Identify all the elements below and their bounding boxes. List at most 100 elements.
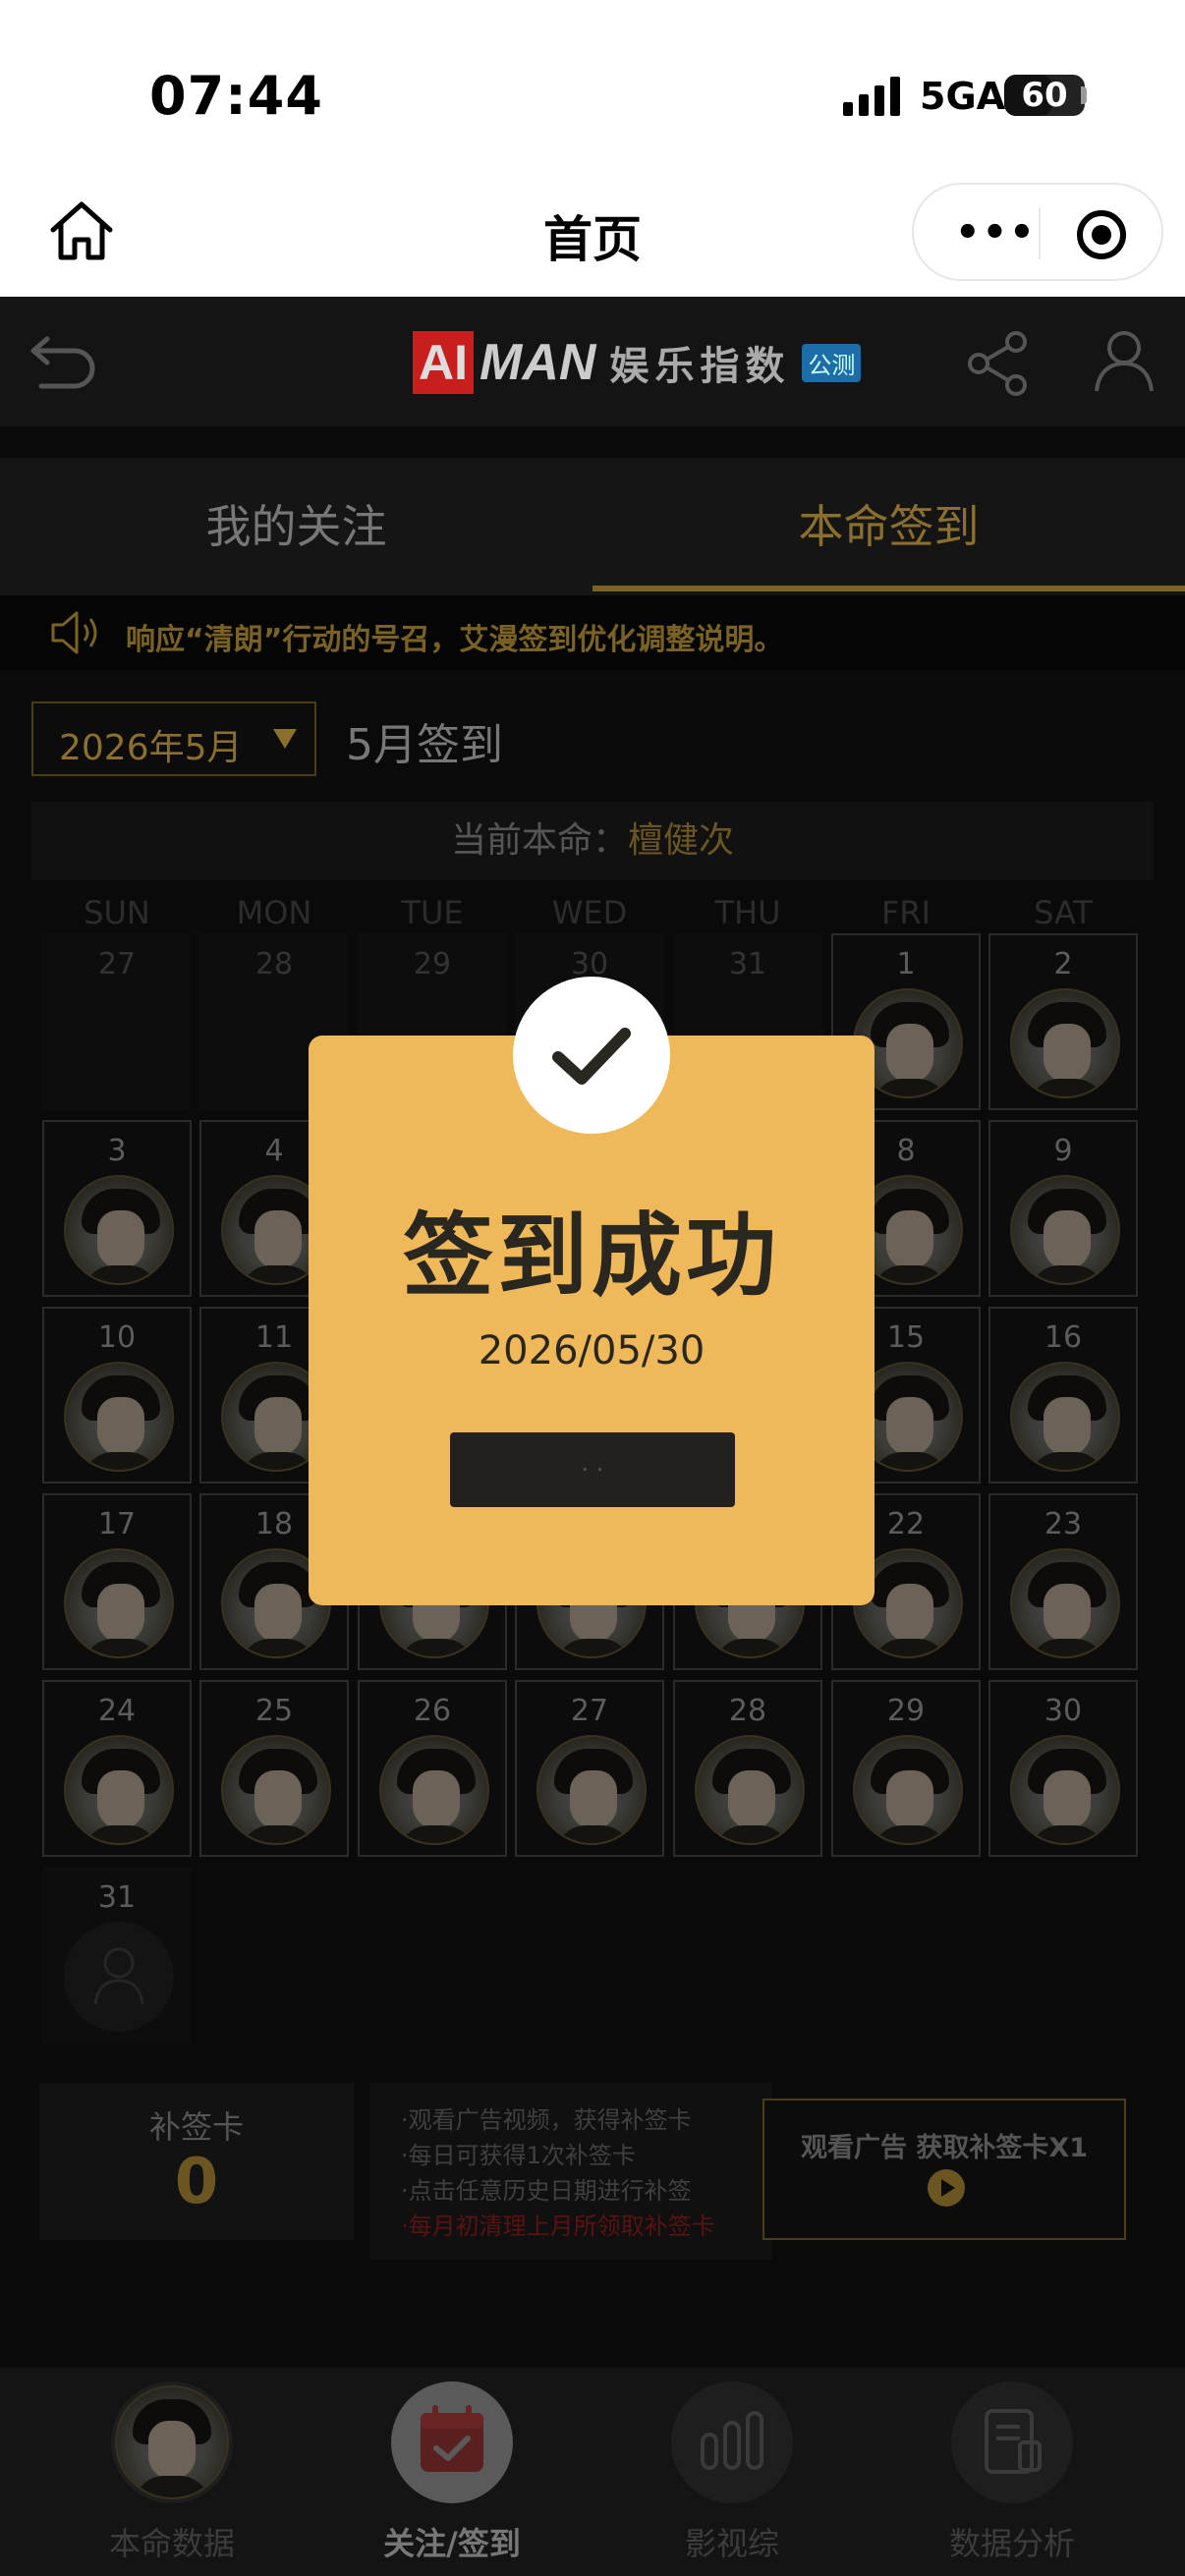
weekday-label: SUN (84, 894, 150, 931)
logo-cn: 娱乐指数 (609, 344, 791, 389)
calendar-day-number: 24 (97, 1694, 137, 1728)
bottom-tab-film-tv[interactable]: 影视综 (614, 2381, 850, 2568)
calendar-day[interactable]: 24 (42, 1680, 192, 1857)
weekday-label: FRI (880, 894, 931, 931)
signed-avatar (1010, 1362, 1120, 1472)
weekday-label: WED (551, 894, 628, 931)
calendar-day-number: 9 (1053, 1134, 1073, 1168)
bottom-tab-follow-signin[interactable]: 关注/签到 (334, 2381, 570, 2568)
beta-badge: 公测 (802, 343, 862, 382)
calendar-day-number: 29 (886, 1694, 926, 1728)
weekday-label: THU (714, 894, 781, 931)
tab-bar: 我的关注 本命签到 (0, 458, 1185, 595)
calendar-day[interactable]: 28 (673, 1680, 822, 1857)
current-idol-name: 檀健次 (628, 820, 735, 861)
calendar-day-number: 10 (97, 1320, 137, 1355)
battery-level: 60 (1021, 76, 1068, 115)
current-idol-label: 当前本命： (450, 820, 628, 861)
bottom-tab-data-analysis[interactable]: 数据分析 (894, 2381, 1130, 2568)
calendar-day-number: 25 (254, 1694, 294, 1728)
calendar-day-number: 28 (254, 947, 294, 981)
play-icon (928, 2169, 965, 2207)
logo-ai: AI (413, 331, 474, 394)
signed-avatar (536, 1735, 647, 1845)
calendar-day-number: 29 (413, 947, 452, 981)
share-icon[interactable] (967, 330, 1030, 397)
modal-button-dots: · · (581, 1456, 604, 1484)
calendar-day-number: 16 (1044, 1320, 1083, 1355)
calendar-day[interactable]: 26 (358, 1680, 507, 1857)
calendar-day[interactable]: 17 (42, 1493, 192, 1670)
logo-man: MAN (480, 334, 596, 391)
speaker-icon (51, 611, 97, 654)
bottom-tab-label: 关注/签到 (383, 2525, 521, 2562)
tab-my-follow[interactable]: 我的关注 (0, 458, 592, 595)
active-tab-indicator (592, 586, 1185, 591)
month-select-value: 2026年5月 (59, 728, 243, 768)
calendar-day[interactable]: 23 (988, 1493, 1138, 1670)
calendar-day[interactable]: 25 (199, 1680, 349, 1857)
calendar-day-number: 2 (1053, 947, 1073, 981)
calendar-day: 27 (42, 933, 192, 1110)
person-placeholder-icon (64, 1922, 174, 2032)
signed-avatar (64, 1735, 174, 1845)
capsule-menu: ••• (912, 183, 1163, 281)
calendar-day-number: 23 (1044, 1507, 1083, 1541)
rule-item: ·每日可获得1次补签卡 (401, 2142, 636, 2169)
modal-confirm-button[interactable]: · · (450, 1432, 735, 1507)
calendar-day-number: 30 (1044, 1694, 1083, 1728)
signal-icon (843, 77, 900, 116)
calendar-day[interactable]: 2 (988, 933, 1138, 1110)
signed-avatar (853, 1735, 963, 1845)
calendar-day[interactable]: 9 (988, 1120, 1138, 1297)
weekday-label: SAT (1034, 894, 1093, 931)
more-icon[interactable]: ••• (955, 213, 1037, 252)
weekday-label: TUE (401, 894, 464, 931)
close-mini-program-icon[interactable] (1077, 210, 1126, 259)
bottom-tab-label: 影视综 (684, 2525, 779, 2562)
weekday-label: MON (236, 894, 312, 931)
modal-title: 签到成功 (402, 1204, 780, 1309)
modal-date: 2026/05/30 (478, 1328, 705, 1373)
back-icon[interactable] (28, 329, 100, 392)
checkmark-icon (552, 1028, 631, 1085)
watch-ad-label: 观看广告 获取补签卡X1 (800, 2133, 1088, 2163)
calendar-day[interactable]: 31 (42, 1867, 192, 2044)
month-select[interactable]: 2026年5月 (31, 701, 316, 776)
calendar-day-number: 17 (97, 1507, 137, 1541)
signed-avatar (695, 1735, 805, 1845)
idol-avatar-icon (111, 2381, 233, 2503)
calendar-day[interactable]: 10 (42, 1307, 192, 1484)
calendar-day-number: 28 (728, 1694, 767, 1728)
document-icon (951, 2381, 1073, 2503)
bottom-tab-label: 本命数据 (108, 2525, 235, 2562)
watch-ad-button[interactable]: 观看广告 获取补签卡X1 (762, 2099, 1126, 2240)
notice-text[interactable]: 响应“清朗”行动的号召，艾漫签到优化调整说明。 (126, 615, 783, 658)
calendar-day-number: 27 (570, 1694, 609, 1728)
bottom-tab-idol-data[interactable]: 本命数据 (54, 2381, 290, 2568)
calendar-day[interactable]: 16 (988, 1307, 1138, 1484)
rule-item: ·观看广告视频，获得补签卡 (401, 2106, 692, 2134)
makeup-card-box: 补签卡 0 (39, 2083, 354, 2240)
makeup-card-count: 0 (174, 2146, 219, 2218)
success-check-badge (513, 977, 670, 1134)
rules-box: ·观看广告视频，获得补签卡 ·每日可获得1次补签卡 ·点击任意历史日期进行补签 … (369, 2083, 772, 2260)
rule-item: ·点击任意历史日期进行补签 (401, 2177, 692, 2205)
calendar-day-number: 3 (107, 1134, 127, 1168)
app-logo: AI MAN 娱乐指数 公测 (413, 330, 862, 395)
caret-down-icon (273, 729, 297, 749)
calendar-day[interactable]: 30 (988, 1680, 1138, 1857)
calendar-check-icon (391, 2381, 513, 2503)
calendar-day-number: 31 (728, 947, 767, 981)
tab-idol-signin[interactable]: 本命签到 (592, 458, 1185, 595)
calendar-day-number: 31 (97, 1880, 137, 1915)
calendar-day[interactable]: 27 (515, 1680, 664, 1857)
calendar-day[interactable]: 3 (42, 1120, 192, 1297)
month-signin-title: 5月签到 (346, 720, 503, 770)
signed-avatar (1010, 1548, 1120, 1658)
signed-avatar (64, 1175, 174, 1285)
status-time: 07:44 (149, 65, 323, 127)
user-icon[interactable] (1093, 328, 1156, 393)
bottom-tab-label: 数据分析 (948, 2525, 1075, 2562)
calendar-day[interactable]: 29 (831, 1680, 981, 1857)
